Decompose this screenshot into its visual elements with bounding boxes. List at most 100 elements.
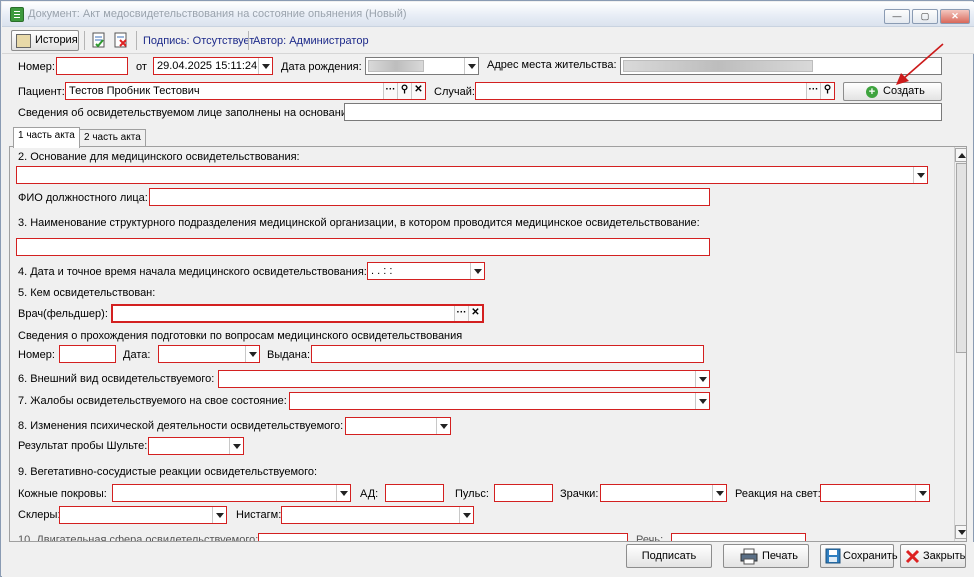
start-datetime-input[interactable]: . . : : bbox=[367, 262, 485, 280]
light-reaction-select[interactable] bbox=[820, 484, 930, 502]
official-input[interactable] bbox=[149, 188, 710, 206]
close-button[interactable]: Закрыть bbox=[900, 544, 966, 568]
training-date-label: Дата: bbox=[123, 349, 151, 361]
minimize-button[interactable]: — bbox=[884, 9, 910, 24]
birth-date-input[interactable] bbox=[365, 57, 479, 75]
dropdown-arrow-icon[interactable] bbox=[913, 167, 927, 183]
date-value: 29.04.2025 15:11:24 bbox=[157, 60, 258, 72]
tab-part2[interactable]: 2 часть акта bbox=[79, 129, 146, 147]
mental-changes-select[interactable] bbox=[345, 417, 451, 435]
speech-select[interactable] bbox=[671, 533, 806, 541]
patient-label: Пациент: bbox=[18, 86, 65, 98]
redacted-value bbox=[623, 60, 813, 72]
toolbar-separator bbox=[136, 31, 137, 50]
history-label: История bbox=[35, 34, 78, 46]
plus-icon: + bbox=[866, 86, 878, 98]
training-number-input[interactable] bbox=[59, 345, 116, 363]
title-bar: Документ: Акт медосвидетельствования на … bbox=[2, 2, 974, 27]
number-label: Номер: bbox=[18, 61, 55, 73]
dropdown-arrow-icon[interactable] bbox=[245, 346, 259, 362]
scrollbar-thumb[interactable] bbox=[956, 163, 966, 353]
dropdown-arrow-icon[interactable] bbox=[212, 507, 226, 523]
save-button[interactable]: Сохранить bbox=[820, 544, 898, 568]
training-date-input[interactable] bbox=[158, 345, 260, 363]
ellipsis-icon[interactable]: ··· bbox=[454, 306, 468, 321]
search-icon[interactable]: ⚲ bbox=[820, 83, 834, 99]
pulse-input[interactable] bbox=[494, 484, 553, 502]
section5-label: 5. Кем освидетельствован: bbox=[18, 287, 156, 299]
date-input[interactable]: 29.04.2025 15:11:24 bbox=[153, 57, 273, 75]
save-label: Сохранить bbox=[843, 550, 898, 562]
sclera-select[interactable] bbox=[59, 506, 227, 524]
close-label: Закрыть bbox=[923, 550, 966, 562]
scroll-down-button[interactable] bbox=[955, 525, 966, 539]
print-button[interactable]: Печать bbox=[723, 544, 809, 568]
basis-label: Сведения об освидетельствуемом лице запо… bbox=[18, 107, 357, 119]
case-input[interactable]: ··· ⚲ bbox=[475, 82, 835, 100]
scroll-up-button[interactable] bbox=[955, 148, 966, 162]
clear-icon[interactable]: ✕ bbox=[468, 306, 482, 321]
dropdown-arrow-icon[interactable] bbox=[470, 263, 484, 279]
vertical-scrollbar[interactable] bbox=[954, 147, 966, 541]
close-window-button[interactable]: ✕ bbox=[940, 9, 970, 24]
dropdown-arrow-icon[interactable] bbox=[336, 485, 350, 501]
basis-select[interactable] bbox=[16, 166, 928, 184]
training-issued-label: Выдана: bbox=[267, 349, 311, 361]
pupils-label: Зрачки: bbox=[560, 488, 599, 500]
ad-input[interactable] bbox=[385, 484, 444, 502]
annotation-arrow bbox=[896, 43, 944, 85]
skin-select[interactable] bbox=[112, 484, 351, 502]
dropdown-arrow-icon[interactable] bbox=[915, 485, 929, 501]
toolbar: История Подпись: Отсутствует Автор: Адми… bbox=[2, 27, 974, 54]
skin-label: Кожные покровы: bbox=[18, 488, 107, 500]
appearance-select[interactable] bbox=[218, 370, 710, 388]
complaints-select[interactable] bbox=[289, 392, 710, 410]
tab-part1[interactable]: 1 часть акта bbox=[13, 127, 80, 148]
doctor-label: Врач(фельдшер): bbox=[18, 308, 108, 320]
patient-input[interactable]: Тестов Пробник Тестович ··· ⚲ ✕ bbox=[65, 82, 426, 100]
section7-label: 7. Жалобы освидетельствуемого на свое со… bbox=[18, 395, 287, 407]
bottom-button-bar: Подписать Печать Сохранить Закрыть bbox=[2, 542, 974, 577]
maximize-button[interactable]: ▢ bbox=[912, 9, 938, 24]
schulte-select[interactable] bbox=[148, 437, 244, 455]
nystagmus-label: Нистагм: bbox=[236, 509, 282, 521]
patient-value: Тестов Пробник Тестович bbox=[69, 85, 200, 97]
document-window: Документ: Акт медосвидетельствования на … bbox=[0, 0, 974, 577]
department-input[interactable] bbox=[16, 238, 710, 256]
training-issued-input[interactable] bbox=[311, 345, 704, 363]
window-title: Документ: Акт медосвидетельствования на … bbox=[28, 8, 407, 20]
motor-sphere-select[interactable] bbox=[258, 533, 628, 541]
ellipsis-icon[interactable]: ··· bbox=[806, 83, 820, 99]
history-button[interactable]: История bbox=[11, 30, 79, 51]
dropdown-arrow-icon[interactable] bbox=[258, 58, 272, 74]
dropdown-arrow-icon[interactable] bbox=[459, 507, 473, 523]
pupils-select[interactable] bbox=[600, 484, 727, 502]
print-label: Печать bbox=[762, 550, 799, 562]
clear-icon[interactable]: ✕ bbox=[411, 83, 425, 99]
form-panel: 2. Основание для медицинского освидетель… bbox=[9, 146, 967, 542]
toolbar-separator bbox=[84, 31, 85, 50]
search-icon[interactable]: ⚲ bbox=[397, 83, 411, 99]
dropdown-arrow-icon[interactable] bbox=[229, 438, 243, 454]
number-input[interactable] bbox=[56, 57, 128, 75]
dropdown-arrow-icon[interactable] bbox=[464, 58, 478, 74]
pulse-label: Пульс: bbox=[455, 488, 489, 500]
light-reaction-label: Реакция на свет: bbox=[735, 488, 821, 500]
nystagmus-select[interactable] bbox=[281, 506, 474, 524]
basis-input[interactable] bbox=[344, 103, 942, 121]
training-label: Сведения о прохождения подготовки по воп… bbox=[18, 330, 463, 342]
case-label: Случай: bbox=[434, 86, 475, 98]
schulte-label: Результат пробы Шульте: bbox=[18, 440, 148, 452]
toolbar-separator bbox=[248, 31, 249, 50]
section9-label: 9. Вегетативно-сосудистые реакции освиде… bbox=[18, 466, 318, 478]
sign-button[interactable]: Подписать bbox=[626, 544, 712, 568]
sign-doc-icon[interactable] bbox=[90, 31, 108, 49]
delete-doc-icon[interactable] bbox=[112, 31, 130, 49]
doctor-input[interactable]: ··· ✕ bbox=[111, 304, 484, 323]
dropdown-arrow-icon[interactable] bbox=[695, 371, 709, 387]
sign-label: Подписать bbox=[641, 550, 697, 562]
dropdown-arrow-icon[interactable] bbox=[695, 393, 709, 409]
ellipsis-icon[interactable]: ··· bbox=[383, 83, 397, 99]
dropdown-arrow-icon[interactable] bbox=[712, 485, 726, 501]
dropdown-arrow-icon[interactable] bbox=[436, 418, 450, 434]
